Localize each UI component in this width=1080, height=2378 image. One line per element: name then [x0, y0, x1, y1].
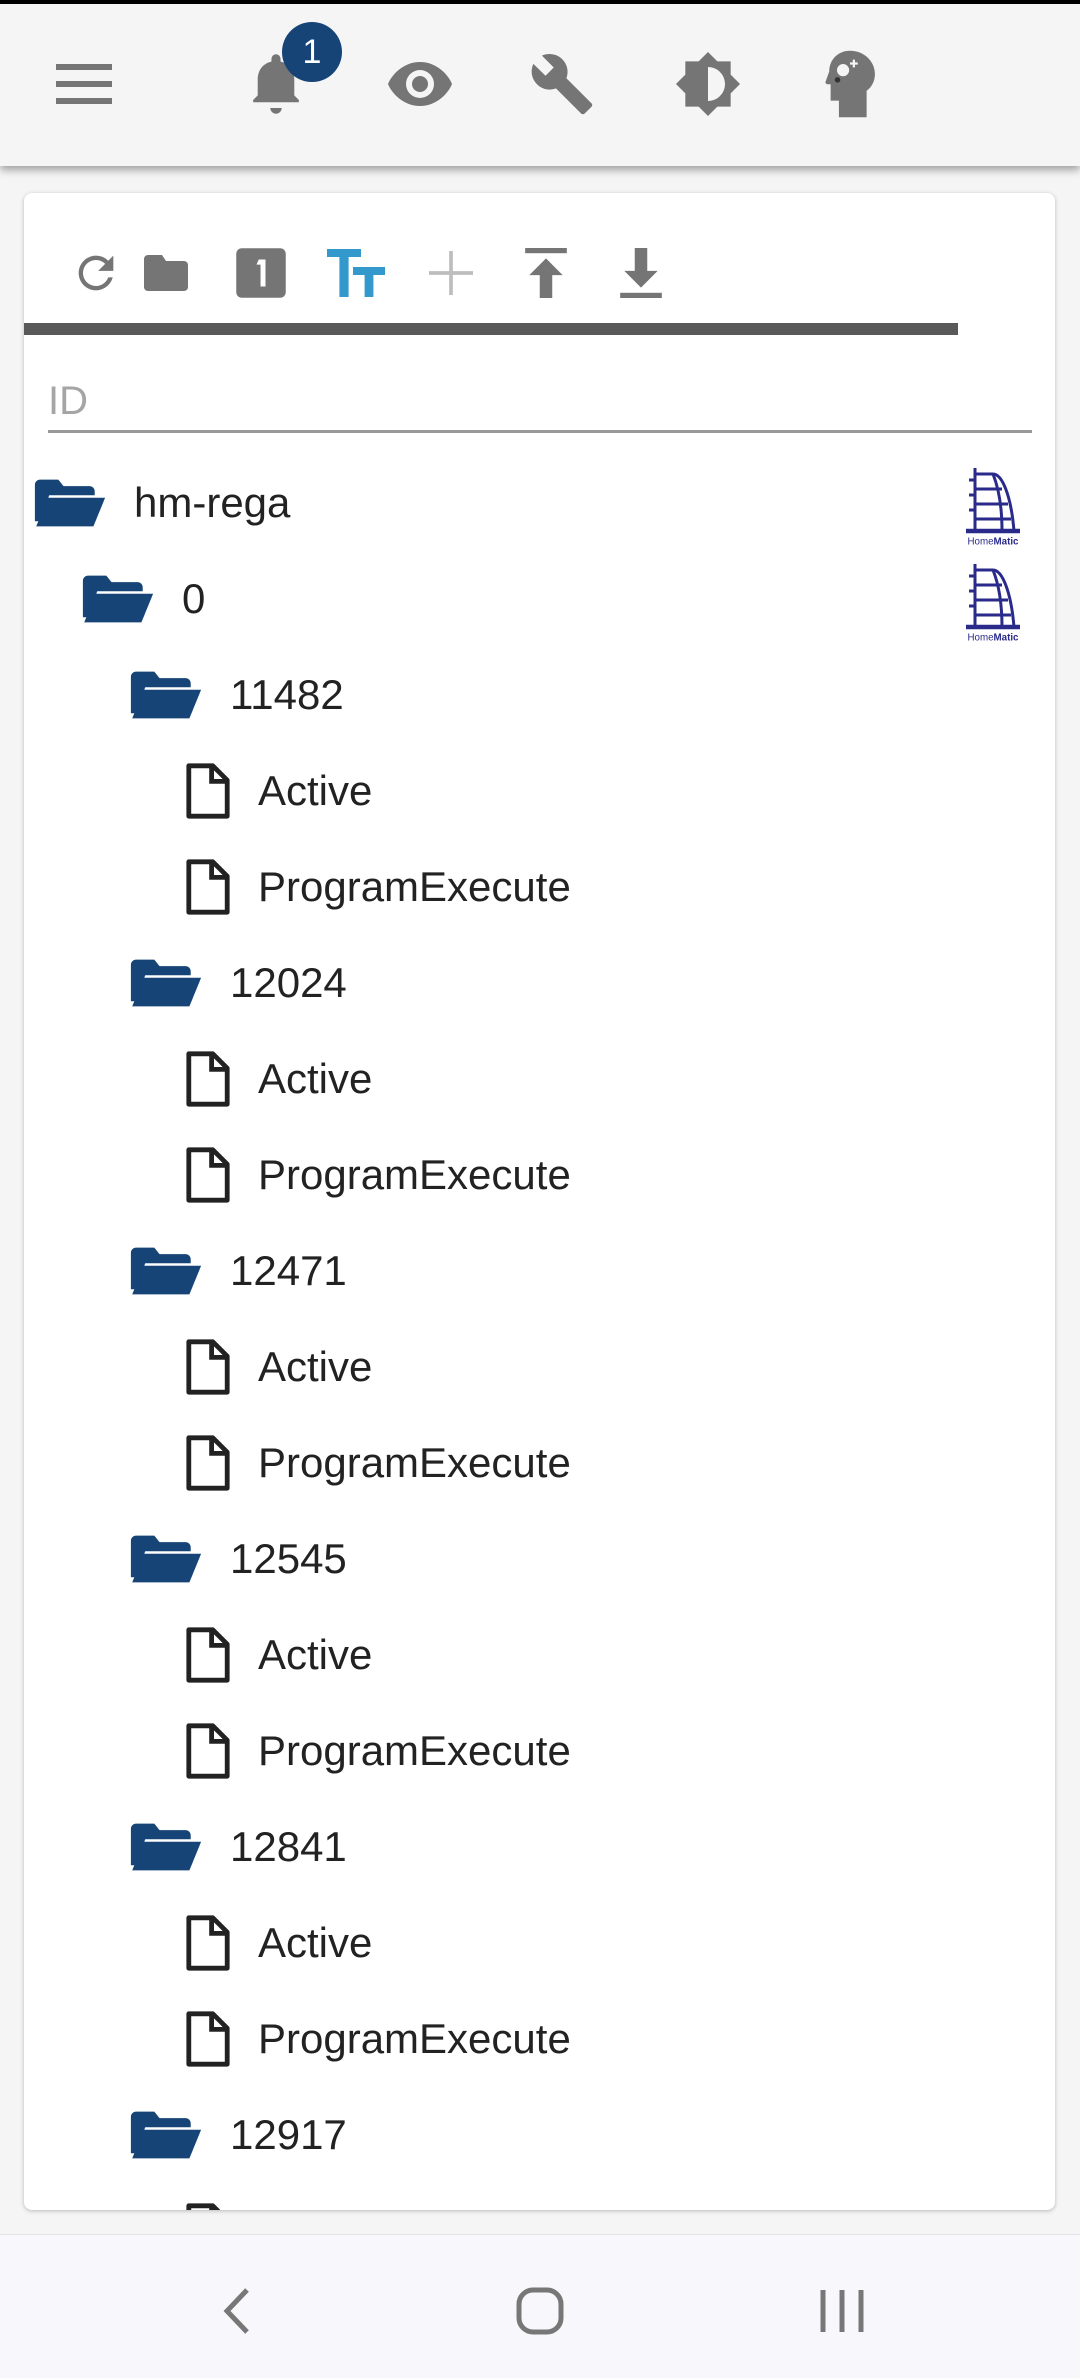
- refresh-icon: [78, 255, 114, 291]
- file-icon: [186, 1723, 230, 1779]
- tree-folder-row[interactable]: hm-rega HomeMatic: [24, 455, 1055, 551]
- folder-icon: [144, 255, 188, 291]
- tree-state-row[interactable]: Active: [24, 1895, 1055, 1991]
- menu-button[interactable]: [44, 44, 124, 124]
- download-button[interactable]: [601, 233, 681, 313]
- expert-mode-button[interactable]: [810, 44, 890, 124]
- folder-open-icon: [34, 479, 106, 527]
- folder-open-icon: [130, 1247, 202, 1295]
- tree-state-row[interactable]: [24, 2183, 1055, 2210]
- eye-button[interactable]: [380, 44, 460, 124]
- tree-item-label: 12917: [230, 2111, 347, 2158]
- folder-open-icon: [130, 2111, 202, 2159]
- tree-item-label: 0: [182, 575, 206, 622]
- brightness-icon: [675, 51, 741, 117]
- menu-icon: [56, 64, 112, 104]
- tree-state-row[interactable]: Active: [24, 1031, 1055, 1127]
- tree-state-row[interactable]: Active: [24, 1607, 1055, 1703]
- text-size-icon: [327, 249, 385, 297]
- add-object-button[interactable]: [411, 233, 491, 313]
- objects-panel: hm-rega HomeMatic 0 HomeMatic 11482 Active Pro…: [24, 193, 1055, 2210]
- tree-item-label: 12841: [230, 1823, 347, 1870]
- file-icon: [186, 1627, 230, 1683]
- id-filter-field[interactable]: [48, 353, 1032, 433]
- tree-item-label: Active: [258, 1055, 373, 1102]
- back-button[interactable]: [196, 2271, 276, 2351]
- tree-item-label: ProgramExecute: [258, 1151, 571, 1198]
- settings-button[interactable]: [522, 44, 602, 124]
- notification-badge: 1: [282, 22, 342, 82]
- loading-progress-bar: [24, 323, 958, 335]
- tree-item-label: Active: [258, 1631, 373, 1678]
- recents-button[interactable]: [802, 2271, 882, 2351]
- tree-item-label: Active: [258, 767, 373, 814]
- tree-item-label: ProgramExecute: [258, 2015, 571, 2062]
- tree-folder-row[interactable]: 0 HomeMatic: [24, 551, 1055, 647]
- tree-item-label: 11482: [230, 671, 344, 718]
- folder-open-icon: [82, 575, 154, 623]
- tree-item-label: 12024: [230, 959, 347, 1006]
- id-filter-input[interactable]: [48, 353, 1032, 430]
- tree-state-row[interactable]: Active: [24, 743, 1055, 839]
- tree-state-row[interactable]: Active: [24, 1319, 1055, 1415]
- theme-button[interactable]: [668, 44, 748, 124]
- upload-icon: [525, 248, 567, 298]
- svg-text:HomeMatic: HomeMatic: [968, 633, 1020, 644]
- tree-item-label: Active: [258, 1343, 373, 1390]
- tree-item-label: 12545: [230, 1535, 347, 1582]
- plus-icon: [429, 251, 473, 295]
- folder-open-icon: [130, 1535, 202, 1583]
- tree-folder-row[interactable]: 12841: [24, 1799, 1055, 1895]
- tree-item-label: ProgramExecute: [258, 863, 571, 910]
- tree-folder-row[interactable]: 12917: [24, 2087, 1055, 2183]
- tree-item-label: hm-rega: [134, 479, 291, 526]
- tree-item-label: ProgramExecute: [258, 1727, 571, 1774]
- home-button[interactable]: [500, 2271, 580, 2351]
- file-icon: [186, 763, 230, 819]
- folder-open-icon: [130, 671, 202, 719]
- tree-state-row[interactable]: ProgramExecute: [24, 1127, 1055, 1223]
- tree-state-row[interactable]: ProgramExecute: [24, 1415, 1055, 1511]
- eye-icon: [388, 62, 452, 106]
- file-icon: [186, 1435, 230, 1491]
- tree-item-label: ProgramExecute: [258, 1439, 571, 1486]
- system-navigation-bar: [0, 2234, 1080, 2378]
- svg-text:HomeMatic: HomeMatic: [968, 537, 1020, 548]
- file-icon: [186, 1051, 230, 1107]
- home-icon: [516, 2287, 564, 2335]
- file-icon: [186, 2203, 221, 2210]
- expand-level-button[interactable]: [221, 233, 301, 313]
- object-tree: hm-rega HomeMatic 0 HomeMatic 11482 Active Pro…: [24, 455, 1055, 2210]
- homematic-logo: HomeMatic: [966, 468, 1020, 548]
- numeric-1-box-icon: [236, 248, 286, 298]
- file-icon: [186, 1147, 230, 1203]
- folder-open-icon: [130, 1823, 202, 1871]
- tree-folder-row[interactable]: 11482: [24, 647, 1055, 743]
- file-icon: [186, 1915, 230, 1971]
- wrench-icon: [531, 54, 593, 115]
- download-icon: [620, 248, 662, 298]
- tree-state-row[interactable]: ProgramExecute: [24, 839, 1055, 935]
- folder-open-icon: [130, 959, 202, 1007]
- homematic-logo: HomeMatic: [966, 564, 1020, 644]
- app-header: 1: [0, 4, 1080, 166]
- recents-icon: [820, 2290, 864, 2332]
- collapse-folders-button[interactable]: [126, 233, 206, 313]
- tree-state-row[interactable]: ProgramExecute: [24, 1991, 1055, 2087]
- file-icon: [186, 2011, 230, 2067]
- file-icon: [186, 859, 230, 915]
- file-icon: [186, 1339, 230, 1395]
- refresh-button[interactable]: [56, 233, 136, 313]
- back-icon: [223, 2288, 249, 2334]
- tree-item-label: 12471: [230, 1247, 347, 1294]
- tree-item-label: Active: [258, 1919, 373, 1966]
- upload-button[interactable]: [506, 233, 586, 313]
- text-size-button[interactable]: [316, 233, 396, 313]
- tree-folder-row[interactable]: 12024: [24, 935, 1055, 1031]
- tree-folder-row[interactable]: 12545: [24, 1511, 1055, 1607]
- tree-folder-row[interactable]: 12471: [24, 1223, 1055, 1319]
- head-icon: [825, 50, 875, 118]
- tree-state-row[interactable]: ProgramExecute: [24, 1703, 1055, 1799]
